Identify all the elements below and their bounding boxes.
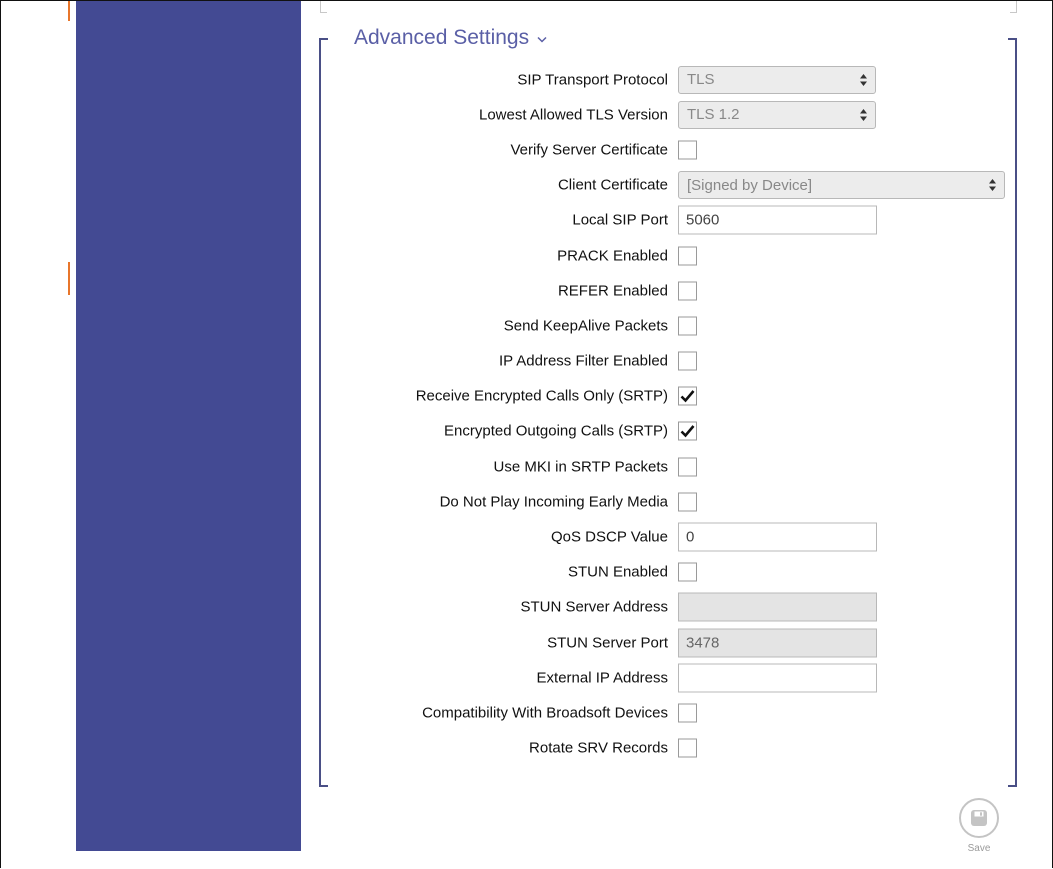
left-marker	[68, 1, 70, 21]
field-label: Local SIP Port	[572, 211, 668, 229]
qos-dscp-input[interactable]: 0	[678, 522, 877, 552]
form-row-lowest-tls-version: Lowest Allowed TLS Version TLS 1.2	[300, 97, 1020, 132]
field-label: Verify Server Certificate	[510, 141, 668, 159]
lowest-tls-version-select[interactable]: TLS 1.2	[678, 100, 876, 129]
form-row-local-sip-port: Local SIP Port 5060	[300, 203, 1020, 238]
verify-server-certificate-checkbox[interactable]	[678, 140, 697, 160]
select-value: TLS 1.2	[687, 106, 740, 124]
field-label: SIP Transport Protocol	[517, 71, 668, 89]
field-label: Lowest Allowed TLS Version	[478, 106, 668, 124]
ip-filter-enabled-checkbox[interactable]	[678, 351, 697, 371]
form-row-prack-enabled: PRACK Enabled	[300, 238, 1020, 273]
form-row-verify-server-certificate: Verify Server Certificate	[300, 132, 1020, 167]
field-label: Use MKI in SRTP Packets	[493, 458, 668, 476]
section-title: Advanced Settings	[354, 26, 530, 49]
prev-section-corner-left	[320, 1, 327, 13]
up-down-arrows-icon	[989, 179, 996, 192]
field-label: STUN Server Port	[547, 634, 668, 652]
select-value: TLS	[687, 71, 715, 89]
advanced-settings-toggle[interactable]: Advanced Settings	[354, 26, 547, 50]
no-early-media-checkbox[interactable]	[678, 492, 697, 512]
checkmark-icon	[680, 390, 695, 403]
form-row-send-keepalive: Send KeepAlive Packets	[300, 308, 1020, 343]
up-down-arrows-icon	[860, 73, 867, 86]
field-label: STUN Server Address	[520, 598, 668, 616]
select-value: [Signed by Device]	[687, 176, 813, 194]
save-control: Save	[956, 798, 1002, 854]
advanced-settings-form: SIP Transport Protocol TLS Lowest Allowe…	[300, 62, 1020, 766]
stun-server-port-input[interactable]: 3478	[678, 628, 877, 658]
checkmark-icon	[680, 425, 695, 438]
form-row-use-mki: Use MKI in SRTP Packets	[300, 449, 1020, 484]
form-row-stun-server-port: STUN Server Port 3478	[300, 625, 1020, 660]
encrypted-outgoing-checkbox[interactable]	[678, 421, 697, 441]
sip-transport-protocol-select[interactable]: TLS	[678, 65, 876, 94]
save-button[interactable]	[959, 798, 999, 838]
external-ip-input[interactable]	[678, 663, 877, 693]
chevron-down-icon	[537, 32, 547, 46]
form-row-ip-filter-enabled: IP Address Filter Enabled	[300, 344, 1020, 379]
form-row-client-certificate: Client Certificate [Signed by Device]	[300, 168, 1020, 203]
form-row-broadsoft-compat: Compatibility With Broadsoft Devices	[300, 695, 1020, 730]
field-label: External IP Address	[536, 669, 668, 687]
receive-encrypted-only-checkbox[interactable]	[678, 386, 697, 406]
form-row-no-early-media: Do Not Play Incoming Early Media	[300, 484, 1020, 519]
field-label: Rotate SRV Records	[529, 739, 668, 757]
sidebar	[76, 1, 301, 851]
save-label: Save	[967, 843, 991, 854]
floppy-disk-icon	[971, 810, 987, 826]
local-sip-port-input[interactable]: 5060	[678, 205, 877, 235]
form-row-encrypted-outgoing: Encrypted Outgoing Calls (SRTP)	[300, 414, 1020, 449]
field-label: Send KeepAlive Packets	[503, 317, 668, 335]
field-label: PRACK Enabled	[557, 247, 668, 265]
field-label: STUN Enabled	[567, 563, 668, 581]
field-label: Client Certificate	[557, 176, 668, 194]
field-label: Do Not Play Incoming Early Media	[439, 493, 668, 511]
field-label: IP Address Filter Enabled	[499, 352, 668, 370]
broadsoft-compat-checkbox[interactable]	[678, 703, 697, 723]
form-row-stun-enabled: STUN Enabled	[300, 555, 1020, 590]
field-label: QoS DSCP Value	[550, 528, 668, 546]
prev-section-corner-right	[1010, 1, 1017, 13]
form-row-sip-transport-protocol: SIP Transport Protocol TLS	[300, 62, 1020, 97]
rotate-srv-checkbox[interactable]	[678, 738, 697, 758]
field-label: Receive Encrypted Calls Only (SRTP)	[415, 387, 668, 405]
stun-enabled-checkbox[interactable]	[678, 562, 697, 582]
send-keepalive-checkbox[interactable]	[678, 316, 697, 336]
form-row-refer-enabled: REFER Enabled	[300, 273, 1020, 308]
form-row-stun-server-address: STUN Server Address	[300, 590, 1020, 625]
refer-enabled-checkbox[interactable]	[678, 281, 697, 301]
form-row-receive-encrypted-only: Receive Encrypted Calls Only (SRTP)	[300, 379, 1020, 414]
left-marker	[68, 262, 70, 295]
form-row-qos-dscp: QoS DSCP Value 0	[300, 519, 1020, 554]
field-label: REFER Enabled	[557, 282, 668, 300]
up-down-arrows-icon	[860, 108, 867, 121]
field-label: Encrypted Outgoing Calls (SRTP)	[444, 422, 668, 440]
client-certificate-select[interactable]: [Signed by Device]	[678, 171, 1005, 200]
prack-enabled-checkbox[interactable]	[678, 246, 697, 266]
form-row-external-ip: External IP Address	[300, 660, 1020, 695]
form-row-rotate-srv: Rotate SRV Records	[300, 731, 1020, 766]
field-label: Compatibility With Broadsoft Devices	[422, 704, 668, 722]
use-mki-checkbox[interactable]	[678, 457, 697, 477]
stun-server-address-input[interactable]	[678, 592, 877, 622]
